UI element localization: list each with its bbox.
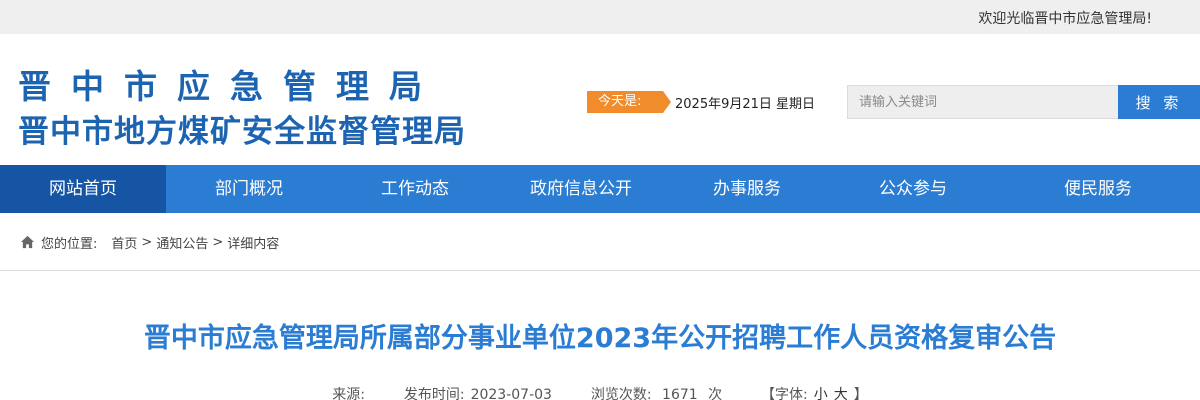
views-count: 1671 — [662, 387, 698, 400]
today-label-tag: 今天是: — [587, 91, 671, 113]
breadcrumb: 您的位置: 首页 > 通知公告 > 详细内容 — [20, 233, 280, 252]
nav-item-home[interactable]: 网站首页 — [0, 165, 166, 213]
nav-item-department[interactable]: 部门概况 — [166, 165, 332, 213]
nav-item-services[interactable]: 办事服务 — [664, 165, 830, 213]
home-icon — [20, 235, 35, 249]
publish-date: 2023-07-03 — [470, 387, 552, 400]
nav-item-news[interactable]: 工作动态 — [332, 165, 498, 213]
font-small-button[interactable]: 小 — [814, 387, 828, 400]
main-nav: 网站首页 部门概况 工作动态 政府信息公开 办事服务 公众参与 便民服务 — [0, 165, 1200, 213]
welcome-text: 欢迎光临晋中市应急管理局! — [978, 11, 1152, 27]
nav-item-gov-info[interactable]: 政府信息公开 — [498, 165, 664, 213]
views-label: 浏览次数: — [590, 387, 652, 400]
breadcrumb-prefix: 您的位置: — [41, 236, 98, 252]
breadcrumb-current: 详细内容 — [227, 236, 280, 252]
nav-item-participation[interactable]: 公众参与 — [830, 165, 996, 213]
views-unit: 次 — [708, 387, 723, 400]
search-input[interactable] — [847, 85, 1118, 119]
top-bar: 欢迎光临晋中市应急管理局! — [0, 0, 1200, 34]
publish-label: 发布时间: — [403, 387, 465, 400]
font-size-label: 【字体: — [761, 387, 808, 400]
content-divider — [0, 270, 1200, 271]
font-large-button[interactable]: 大 — [834, 387, 848, 400]
breadcrumb-link-notices[interactable]: 通知公告 — [156, 233, 208, 252]
source-label: 来源: — [332, 387, 365, 400]
font-size-close: 】 — [853, 387, 868, 400]
breadcrumb-separator: > — [212, 234, 224, 250]
site-logo-title[interactable]: 晋中市应急管理局 — [18, 60, 442, 108]
breadcrumb-link-home[interactable]: 首页 — [111, 233, 137, 252]
site-header: 晋中市应急管理局 晋中市地方煤矿安全监督管理局 今天是: 2025年9月21日 … — [0, 34, 1200, 165]
article-meta: 来源: 发布时间: 2023-07-03 浏览次数: 1671 次 【字体: 小大】 — [0, 384, 1200, 400]
search-button[interactable]: 搜 索 — [1118, 85, 1200, 119]
site-logo-subtitle[interactable]: 晋中市地方煤矿安全监督管理局 — [18, 106, 466, 151]
current-date: 2025年9月21日 星期日 — [675, 97, 816, 112]
article-title: 晋中市应急管理局所属部分事业单位2023年公开招聘工作人员资格复审公告 — [143, 323, 1057, 354]
nav-item-convenience[interactable]: 便民服务 — [996, 165, 1200, 213]
breadcrumb-separator: > — [141, 234, 153, 250]
